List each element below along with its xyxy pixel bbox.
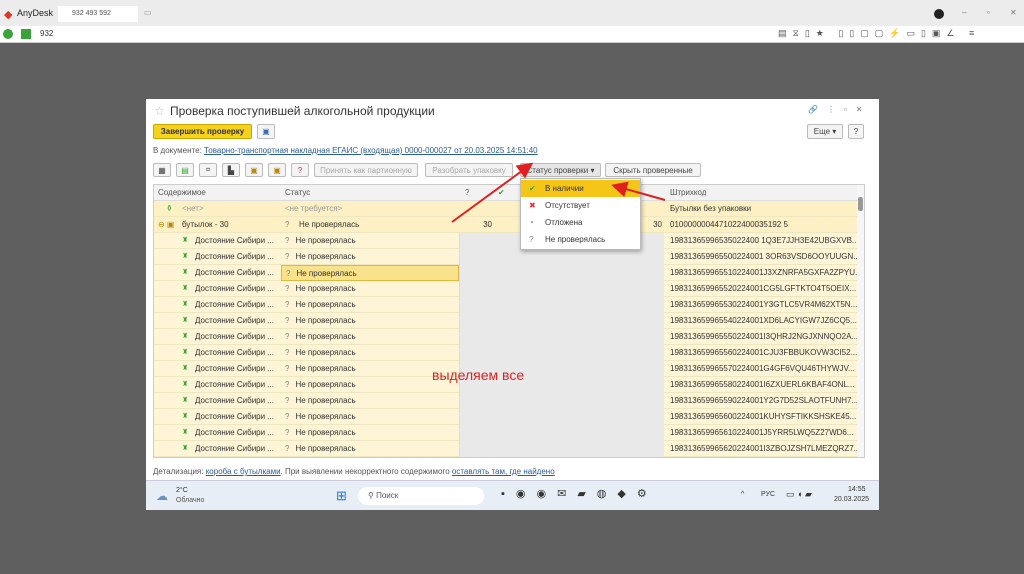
arrow-to-in-stock bbox=[611, 181, 666, 201]
arrow-to-dropdown bbox=[451, 162, 534, 223]
tray-chevron-icon[interactable]: ^ bbox=[741, 491, 744, 498]
weather[interactable]: Облачно bbox=[176, 497, 204, 504]
search-box[interactable]: ⚲ Поиск bbox=[358, 487, 484, 505]
annotation-text: выделяем все bbox=[432, 367, 525, 383]
cloud-icon: ☁ bbox=[156, 489, 168, 503]
clock-date[interactable]: 20.03.2025 bbox=[834, 496, 869, 503]
search-placeholder: Поиск bbox=[376, 491, 399, 500]
clock-time[interactable]: 14:55 bbox=[848, 486, 866, 493]
pinned-apps[interactable]: ▪◉◉✉▰◍◆⚙ bbox=[501, 487, 658, 500]
tray-icons[interactable]: ▭ ◖ ▰ bbox=[786, 489, 812, 500]
start-icon[interactable]: ⊞ bbox=[336, 488, 347, 504]
language[interactable]: РУС bbox=[761, 491, 775, 498]
temperature: 2°C bbox=[176, 487, 188, 494]
windows-taskbar: ☁ 2°C Облачно ⊞ ⚲ Поиск ▪◉◉✉▰◍◆⚙ ^ РУС ▭… bbox=[146, 480, 879, 510]
